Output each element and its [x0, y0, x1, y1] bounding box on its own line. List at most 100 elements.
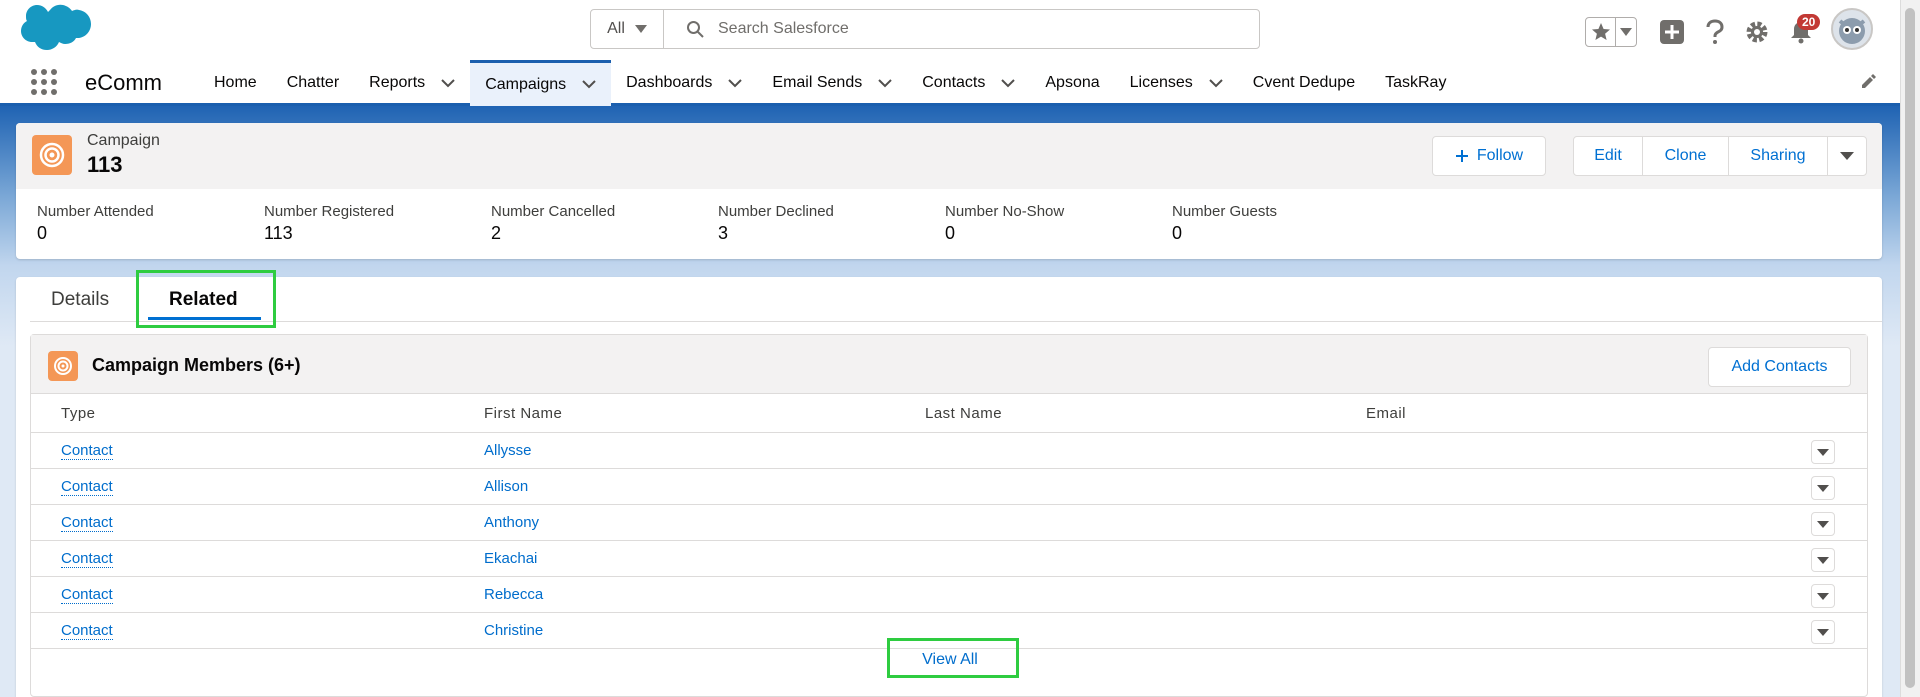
row-actions-button[interactable]	[1811, 548, 1835, 572]
follow-button[interactable]: Follow	[1432, 136, 1546, 176]
table-row: Contact Allysse	[31, 433, 1867, 469]
search-scope-select[interactable]: All	[591, 10, 664, 48]
nav-item-taskray[interactable]: TaskRay	[1370, 60, 1461, 106]
column-email[interactable]: Email	[1366, 405, 1406, 422]
member-type-link[interactable]: Contact	[61, 550, 113, 568]
nav-item-email-sends[interactable]: Email Sends	[757, 60, 907, 106]
tab-divider	[30, 321, 1882, 322]
help-icon	[1706, 19, 1724, 44]
row-actions-button[interactable]	[1811, 620, 1835, 644]
nav-item-home[interactable]: Home	[199, 60, 272, 106]
member-first-name-link[interactable]: Ekachai	[484, 550, 537, 567]
highlight-field: Number Declined 3	[718, 203, 945, 244]
caret-down-icon	[1817, 628, 1829, 636]
edit-nav-button[interactable]	[1860, 74, 1876, 95]
nav-item-label: Licenses	[1129, 74, 1193, 91]
setup-button[interactable]	[1745, 20, 1769, 44]
member-first-name-link[interactable]: Anthony	[484, 514, 539, 531]
search-icon	[687, 21, 704, 38]
global-header: All 20	[0, 0, 1900, 60]
chevron-down-icon	[1209, 78, 1223, 87]
favorites-star-button[interactable]	[1586, 18, 1616, 46]
row-actions-button[interactable]	[1811, 584, 1835, 608]
record-header: Campaign 113 Follow Edit Clone Sharing N…	[16, 123, 1882, 259]
highlight-label: Number Guests	[1172, 203, 1278, 220]
app-name: eComm	[85, 70, 163, 95]
app-launcher-icon	[31, 69, 57, 95]
search-scope-label: All	[607, 20, 625, 37]
nav-item-label: Campaigns	[485, 75, 567, 93]
caret-down-icon	[1817, 484, 1829, 492]
scrollbar-thumb[interactable]	[1905, 8, 1915, 688]
nav-item-campaigns[interactable]: Campaigns	[470, 60, 612, 106]
caret-down-icon	[1817, 592, 1829, 600]
nav-item-contacts[interactable]: Contacts	[907, 60, 1030, 106]
nav-item-label: Contacts	[922, 74, 986, 91]
caret-down-icon	[1620, 28, 1632, 36]
record-type-label: Campaign	[87, 132, 160, 149]
search-input[interactable]	[718, 20, 1238, 38]
table-row: Contact Allison	[31, 469, 1867, 505]
chevron-down-icon	[878, 78, 892, 87]
row-actions-button[interactable]	[1811, 440, 1835, 464]
row-actions-button[interactable]	[1811, 512, 1835, 536]
user-avatar[interactable]	[1831, 8, 1873, 50]
nav-item-licenses[interactable]: Licenses	[1115, 60, 1238, 106]
table-row: Contact Rebecca	[31, 577, 1867, 613]
member-type-link[interactable]: Contact	[61, 478, 113, 496]
member-type-link[interactable]: Contact	[61, 622, 113, 640]
table-row: Contact Ekachai	[31, 541, 1867, 577]
tab-details[interactable]: Details	[51, 289, 109, 311]
member-type-link[interactable]: Contact	[61, 586, 113, 604]
chevron-down-icon	[582, 80, 596, 89]
add-icon	[1660, 20, 1684, 44]
highlight-label: Number Cancelled	[491, 203, 616, 220]
nav-item-label: Reports	[369, 74, 426, 91]
salesforce-logo[interactable]	[20, 4, 92, 59]
add-contacts-button[interactable]: Add Contacts	[1708, 347, 1851, 387]
highlight-value: 0	[37, 223, 48, 243]
nav-item-label: TaskRay	[1385, 74, 1447, 91]
caret-down-icon	[1817, 556, 1829, 564]
notifications-button[interactable]: 20	[1789, 14, 1821, 44]
more-actions-button[interactable]	[1828, 137, 1866, 175]
view-all-highlight	[887, 638, 1019, 678]
pencil-icon	[1862, 74, 1876, 88]
column-last-name[interactable]: Last Name	[925, 405, 1002, 422]
sharing-button[interactable]: Sharing	[1729, 137, 1828, 175]
nav-item-chatter[interactable]: Chatter	[272, 60, 354, 106]
member-type-link[interactable]: Contact	[61, 514, 113, 532]
highlight-label: Number No-Show	[945, 203, 1065, 220]
global-actions-button[interactable]	[1659, 19, 1685, 45]
favorites-list-button[interactable]	[1616, 28, 1636, 36]
nav-item-label: Email Sends	[772, 74, 863, 91]
column-first-name[interactable]: First Name	[484, 405, 562, 422]
edit-button[interactable]: Edit	[1574, 137, 1643, 175]
highlight-label: Number Registered	[264, 203, 395, 220]
highlight-field: Number Attended 0	[37, 203, 264, 244]
caret-down-icon	[1817, 520, 1829, 528]
notification-count-badge: 20	[1797, 14, 1821, 30]
plus-icon	[1455, 150, 1468, 162]
member-first-name-link[interactable]: Allison	[484, 478, 528, 495]
app-launcher-button[interactable]	[30, 68, 58, 101]
highlight-label: Number Attended	[37, 203, 154, 220]
app-nav-bar: eComm Home Chatter Reports Campaigns Dashboa…	[0, 60, 1900, 106]
member-first-name-link[interactable]: Allysse	[484, 442, 532, 459]
member-first-name-link[interactable]: Rebecca	[484, 586, 543, 603]
nav-item-reports[interactable]: Reports	[354, 60, 470, 106]
clone-button[interactable]: Clone	[1643, 137, 1729, 175]
member-first-name-link[interactable]: Christine	[484, 622, 543, 639]
highlight-field: Number No-Show 0	[945, 203, 1172, 244]
row-actions-button[interactable]	[1811, 476, 1835, 500]
related-list-title[interactable]: Campaign Members (6+)	[92, 355, 301, 376]
highlight-value: 3	[718, 223, 729, 243]
nav-item-cvent-dedupe[interactable]: Cvent Dedupe	[1238, 60, 1370, 106]
column-type[interactable]: Type	[61, 405, 96, 422]
table-header: Type First Name Last Name Email	[31, 394, 1867, 433]
nav-item-dashboards[interactable]: Dashboards	[611, 60, 757, 106]
member-type-link[interactable]: Contact	[61, 442, 113, 460]
help-button[interactable]	[1705, 19, 1725, 45]
star-icon	[1591, 23, 1610, 40]
nav-item-apsona[interactable]: Apsona	[1030, 60, 1114, 106]
